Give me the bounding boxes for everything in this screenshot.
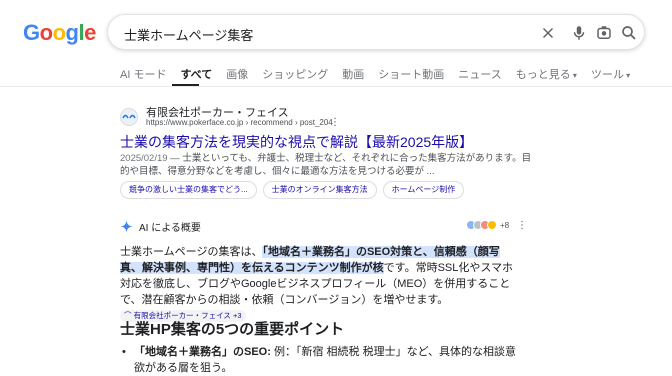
divider	[0, 86, 672, 87]
logo-letter: G	[23, 20, 40, 45]
logo-letter: e	[84, 20, 96, 45]
search-box[interactable]: 士業ホームページ集客	[107, 14, 645, 50]
ai-text-intro: 士業ホームページの集客は、	[120, 246, 263, 258]
section-heading: 士業HP集客の5つの重要ポイント	[120, 321, 345, 338]
logo-letter: o	[52, 20, 66, 45]
tab-more[interactable]: もっと見る	[516, 66, 577, 84]
related-chip[interactable]: ホームページ制作	[382, 181, 465, 199]
result-snippet: 2025/02/19 — 士業といっても、弁護士、税理士など、それぞれに合った集…	[120, 152, 540, 178]
related-chip[interactable]: 士業のオンライン集客方法	[262, 181, 377, 199]
result-title-link[interactable]: 士業の集客方法を現実的な視点で解説【最新2025年版】	[120, 132, 473, 152]
tab-videos[interactable]: 動画	[342, 66, 364, 84]
related-chips: 競争の激しい士業の集客でどう... 士業のオンライン集客方法 ホームページ制作	[120, 181, 465, 199]
tab-short-videos[interactable]: ショート動画	[378, 66, 444, 84]
logo-letter: o	[39, 20, 53, 45]
site-favicon-icon	[120, 108, 138, 126]
sources-count: +8	[500, 220, 510, 230]
more-vert-icon[interactable]: ⋮	[330, 117, 340, 128]
tab-ai-mode[interactable]: AI モード	[120, 66, 166, 84]
ai-overview-label: AI による概要	[139, 223, 201, 234]
search-icon[interactable]	[619, 23, 639, 43]
search-query[interactable]: 士業ホームページ集客	[124, 25, 253, 44]
logo-letter: g	[65, 20, 79, 45]
ai-overview-text: 士業ホームページの集客は、「地域名＋業務名」のSEO対策と、信頼感（顔写真、解決…	[120, 244, 520, 324]
result-snippet-text: — 士業といっても、弁護士、税理士など、それぞれに合った集客方法があります。目的…	[120, 153, 532, 177]
google-logo[interactable]: Google	[23, 20, 96, 46]
tab-tools[interactable]: ツール	[591, 66, 630, 84]
microphone-icon[interactable]	[569, 23, 589, 43]
result-url[interactable]: https://www.pokerface.co.jp › recommend …	[146, 118, 333, 127]
ai-sources[interactable]: +8	[466, 220, 509, 230]
ai-overview-header: AI による概要	[120, 219, 201, 234]
clear-icon[interactable]	[538, 23, 558, 43]
ai-sparkle-icon	[120, 220, 133, 233]
bullet-bold: 「地域名＋業務名」のSEO:	[134, 346, 271, 358]
search-tabs: AI モード すべて 画像 ショッピング 動画 ショート動画 ニュース もっと見…	[120, 66, 644, 84]
lens-camera-icon[interactable]	[594, 23, 614, 43]
tab-shopping[interactable]: ショッピング	[262, 66, 328, 84]
tab-all[interactable]: すべて	[180, 66, 212, 84]
result-date: 2025/02/19	[120, 153, 168, 164]
tab-images[interactable]: 画像	[226, 66, 248, 84]
list-item: 「地域名＋業務名」のSEO: 例：「新宿 相続税 税理士」など、具体的な相談意欲…	[120, 344, 520, 376]
related-chip[interactable]: 競争の激しい士業の集客でどう...	[120, 181, 257, 199]
source-favicon-icon	[487, 220, 497, 230]
more-vert-icon[interactable]: ⋮	[517, 220, 527, 231]
tab-news[interactable]: ニュース	[458, 66, 501, 84]
